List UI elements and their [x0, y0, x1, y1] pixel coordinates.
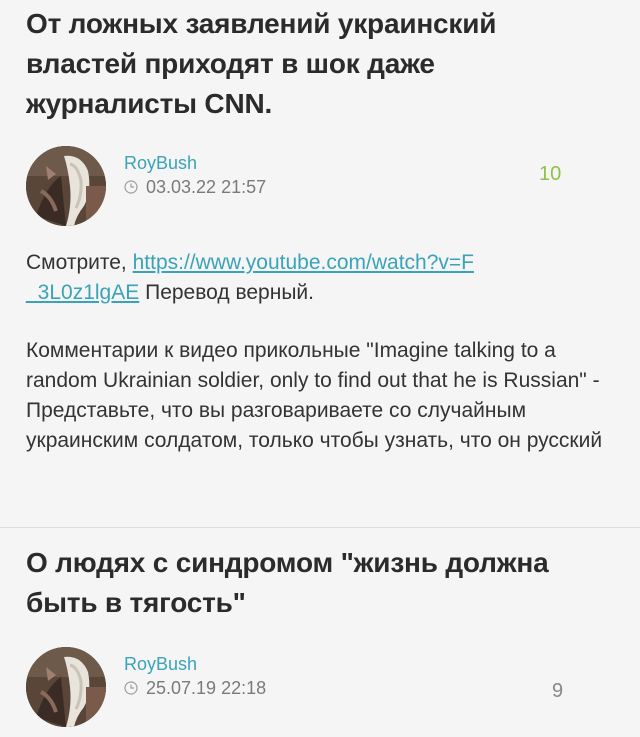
avatar[interactable]: [26, 647, 106, 727]
avatar[interactable]: [26, 146, 106, 226]
paragraph-1: Смотрите, https://www.youtube.com/watch?…: [26, 248, 606, 308]
date-text: 03.03.22 21:57: [146, 177, 267, 197]
after-link-text: Перевод верный.: [139, 281, 314, 304]
post-meta: RoyBush 25.07.19 22:18 9: [26, 647, 614, 729]
intro-text: Смотрите,: [26, 251, 133, 274]
author-link[interactable]: RoyBush: [124, 152, 197, 174]
link-part-1[interactable]: https://www.youtube.com/watch?v=F: [133, 251, 474, 274]
post-title[interactable]: О людях с синдромом "жизнь должна быть в…: [26, 543, 606, 623]
post-title[interactable]: От ложных заявлений украинский властей п…: [26, 0, 586, 124]
author-link[interactable]: RoyBush: [124, 653, 197, 675]
clock-icon: [124, 180, 138, 194]
post-2: О людях с синдромом "жизнь должна быть в…: [0, 543, 640, 729]
date-text: 25.07.19 22:18: [146, 678, 267, 698]
post-date: 25.07.19 22:18: [124, 677, 266, 699]
post-score: 9: [552, 680, 564, 702]
paragraph-2: Комментарии к видео прикольные "Imagine …: [26, 339, 603, 452]
post-date: 03.03.22 21:57: [124, 176, 266, 198]
post-divider: [0, 527, 640, 528]
post-body: Смотрите, https://www.youtube.com/watch?…: [26, 248, 606, 456]
post-score: 10: [539, 163, 562, 185]
clock-icon: [124, 681, 138, 695]
link-part-2[interactable]: _3L0z1lgAE: [26, 281, 139, 304]
post-meta: RoyBush 03.03.22 21:57 10: [26, 146, 614, 228]
post-1: От ложных заявлений украинский властей п…: [0, 0, 640, 456]
